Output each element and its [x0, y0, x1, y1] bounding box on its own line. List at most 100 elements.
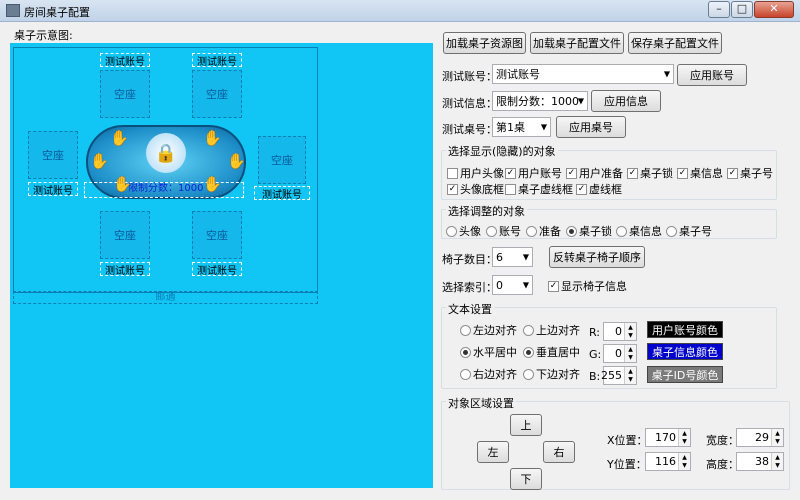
move-left-button[interactable]: 左	[477, 441, 509, 463]
show-option-checkbox[interactable]: ✓ 用户账号	[505, 165, 562, 181]
g-label: G:	[589, 348, 602, 361]
y-position-label: Y位置：	[607, 458, 647, 471]
width-spinbox[interactable]: 29 ▲ ▼	[736, 428, 784, 447]
account-select[interactable]: 测试账号 ▼	[492, 64, 674, 84]
show-option-checkbox[interactable]: ✓ 桌信息	[677, 165, 723, 181]
height-spinbox[interactable]: 38 ▲ ▼	[736, 452, 784, 471]
x-position-spinbox[interactable]: 170 ▲ ▼	[645, 428, 691, 447]
table-lock-icon[interactable]: 🔒	[146, 133, 186, 173]
adjust-option-radio[interactable]: 头像	[446, 223, 481, 239]
save-config-button[interactable]: 保存桌子配置文件	[628, 32, 722, 54]
minimize-button[interactable]: –	[708, 1, 730, 18]
align-vcenter-radio[interactable]: 垂直居中	[523, 344, 580, 360]
spin-arrows-icon[interactable]: ▲ ▼	[624, 323, 636, 340]
load-resource-button[interactable]: 加载桌子资源图	[443, 32, 526, 54]
radio-circle	[523, 368, 534, 380]
load-config-button[interactable]: 加载桌子配置文件	[530, 32, 624, 54]
seat-empty[interactable]: 空座	[28, 131, 78, 179]
align-top-radio[interactable]: 上边对齐	[523, 322, 580, 338]
show-option-checkbox[interactable]: ✓ 桌子锁	[627, 165, 673, 181]
align-hcenter-radio[interactable]: 水平居中	[460, 344, 517, 360]
align-bottom-radio[interactable]: 下边对齐	[523, 366, 580, 382]
info-select[interactable]: 限制分数：1000 ▼	[492, 91, 588, 111]
info-label: 测试信息：	[442, 97, 497, 110]
move-right-button[interactable]: 右	[543, 441, 575, 463]
adjust-option-radio[interactable]: 准备	[526, 223, 561, 239]
adjust-option-radio[interactable]: 桌信息	[616, 223, 662, 239]
window-title: 房间桌子配置	[24, 6, 90, 19]
spin-arrows-icon[interactable]: ▲ ▼	[678, 453, 690, 470]
show-option-label: 虚线框	[589, 183, 622, 196]
move-down-button[interactable]: 下	[510, 468, 542, 490]
apply-table-number-button[interactable]: 应用桌号	[556, 116, 626, 138]
apply-info-button[interactable]: 应用信息	[591, 90, 661, 112]
show-option-checkbox[interactable]: ✓ 用户准备	[566, 165, 623, 181]
show-option-checkbox[interactable]: ✓ 桌子号	[727, 165, 773, 181]
adjust-option-label: 桌子号	[679, 225, 712, 238]
spin-arrows-icon[interactable]: ▲ ▼	[624, 367, 636, 384]
seat-account-label: 测试账号	[192, 53, 242, 68]
maximize-button[interactable]: □	[731, 1, 753, 18]
table-preview-canvas[interactable]: 测试账号 空座 测试账号 空座 空座 测试账号 空座 测试账号 🔒 限制分数：1…	[10, 43, 433, 488]
apply-account-button[interactable]: 应用账号	[677, 64, 747, 86]
ready-hand-icon: ✋	[227, 152, 246, 170]
adjust-option-radio[interactable]: 桌子号	[666, 223, 712, 239]
table-id-frame: 邮通	[13, 291, 318, 304]
seat-empty[interactable]: 空座	[258, 136, 306, 184]
show-hide-group-title: 选择显示(隐藏)的对象	[446, 143, 558, 159]
radio-circle	[523, 324, 534, 336]
checkbox-box: ✓	[548, 280, 559, 292]
show-option-checkbox[interactable]: 用户头像	[447, 165, 504, 181]
show-option-checkbox[interactable]: ✓ 虚线框	[576, 181, 622, 197]
ready-hand-icon: ✋	[110, 129, 129, 147]
x-position-value: 170	[655, 431, 676, 444]
r-value: 0	[615, 325, 622, 338]
align-top-label: 上边对齐	[536, 324, 580, 337]
chair-count-label: 椅子数目：	[442, 253, 497, 266]
spin-arrows-icon[interactable]: ▲ ▼	[771, 453, 783, 470]
show-chair-info-checkbox[interactable]: ✓ 显示椅子信息	[548, 278, 627, 294]
info-color-button[interactable]: 桌子信息颜色	[647, 343, 723, 360]
width-value: 29	[755, 431, 769, 444]
spin-arrows-icon[interactable]: ▲ ▼	[771, 429, 783, 446]
table-number-value: 第1桌	[496, 121, 525, 134]
seat-empty[interactable]: 空座	[100, 211, 150, 259]
index-select[interactable]: 0 ▼	[492, 275, 533, 295]
move-up-button[interactable]: 上	[510, 414, 542, 436]
checkbox-box: ✓	[677, 167, 688, 179]
seat-empty[interactable]: 空座	[100, 70, 150, 118]
align-right-radio[interactable]: 右边对齐	[460, 366, 517, 382]
chevron-down-icon: ▼	[522, 280, 529, 290]
table-number-select[interactable]: 第1桌 ▼	[492, 117, 551, 137]
g-spinbox[interactable]: 0 ▲ ▼	[603, 344, 637, 363]
radio-circle	[666, 225, 677, 237]
y-position-spinbox[interactable]: 116 ▲ ▼	[645, 452, 691, 471]
x-position-label: X位置：	[607, 434, 648, 447]
show-option-checkbox[interactable]: ✓ 头像底框	[447, 181, 504, 197]
reverse-chair-order-button[interactable]: 反转桌子椅子顺序	[549, 246, 645, 268]
adjust-option-radio[interactable]: 账号	[486, 223, 521, 239]
account-color-button[interactable]: 用户账号颜色	[647, 321, 723, 338]
align-right-label: 右边对齐	[473, 368, 517, 381]
show-option-checkbox[interactable]: 桌子虚线框	[505, 181, 573, 197]
seat-empty[interactable]: 空座	[192, 211, 242, 259]
close-button[interactable]: ✕	[754, 1, 794, 18]
id-color-button[interactable]: 桌子ID号颜色	[647, 366, 723, 383]
radio-circle	[446, 225, 457, 237]
seat-empty[interactable]: 空座	[192, 70, 242, 118]
chevron-down-icon: ▼	[522, 252, 529, 262]
spin-arrows-icon[interactable]: ▲ ▼	[624, 345, 636, 362]
adjust-option-radio[interactable]: 桌子锁	[566, 223, 612, 239]
align-left-label: 左边对齐	[473, 324, 517, 337]
align-left-radio[interactable]: 左边对齐	[460, 322, 517, 338]
b-spinbox[interactable]: 255 ▲ ▼	[601, 366, 637, 385]
chair-count-select[interactable]: 6 ▼	[492, 247, 533, 267]
show-option-label: 桌子虚线框	[518, 183, 573, 196]
r-spinbox[interactable]: 0 ▲ ▼	[603, 322, 637, 341]
show-option-label: 用户账号	[518, 167, 562, 180]
spin-arrows-icon[interactable]: ▲ ▼	[678, 429, 690, 446]
checkbox-box: ✓	[505, 167, 516, 179]
align-bottom-label: 下边对齐	[536, 368, 580, 381]
height-label: 高度：	[706, 458, 739, 471]
chevron-down-icon: ▼	[540, 122, 547, 132]
